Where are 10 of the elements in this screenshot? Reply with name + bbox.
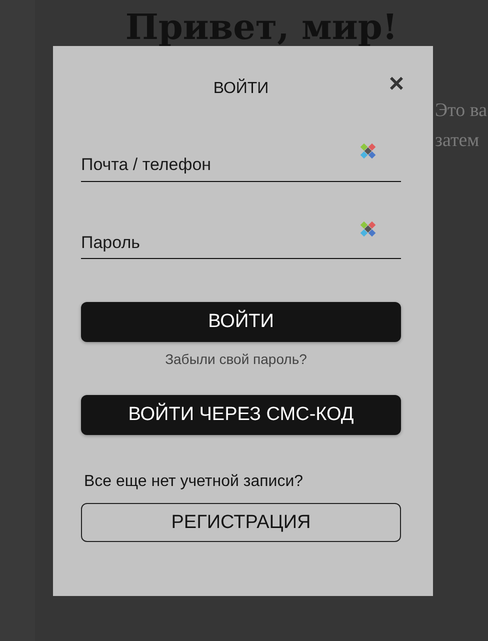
forgot-password-link[interactable]: Забыли свой пароль? (165, 351, 307, 367)
body-text: затем (435, 130, 480, 152)
body-text: Это ва (435, 100, 488, 122)
sms-login-button[interactable]: ВОЙТИ ЧЕРЕЗ СМС-КОД (81, 395, 401, 435)
input-field[interactable]: Почта / телефон (81, 142, 401, 182)
login-button[interactable]: ВОЙТИ (81, 302, 401, 342)
close-button[interactable]: × (388, 70, 404, 96)
no-account-text: Все еще нет учетной записи? (84, 473, 304, 491)
register-button[interactable]: РЕГИСТРАЦИЯ (81, 503, 401, 542)
dialog-title: ВОЙТИ (213, 80, 269, 98)
